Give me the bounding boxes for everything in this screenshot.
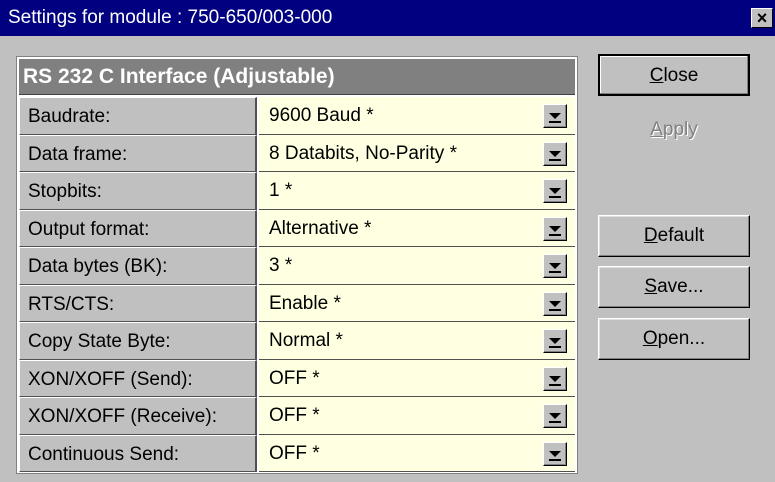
setting-value: 3 *	[269, 255, 293, 276]
chevron-down-icon[interactable]	[543, 404, 567, 428]
settings-rows: Baudrate: 9600 Baud * Data frame: 8 Data…	[19, 97, 575, 472]
save-button[interactable]: Save...	[598, 266, 750, 308]
setting-value-select[interactable]: 9600 Baud *	[259, 97, 575, 135]
setting-row-xon-xoff-receive: XON/XOFF (Receive): OFF *	[19, 397, 575, 435]
chevron-down-icon[interactable]	[543, 366, 567, 391]
open-button[interactable]: Open...	[598, 318, 750, 360]
chevron-down-icon[interactable]	[543, 141, 567, 166]
chevron-down-icon[interactable]	[543, 254, 567, 278]
setting-row-baudrate: Baudrate: 9600 Baud *	[19, 97, 575, 135]
setting-value-select[interactable]: OFF *	[259, 397, 575, 435]
setting-label: Data bytes (BK):	[19, 247, 257, 285]
setting-value: Enable *	[269, 292, 341, 314]
setting-label: Copy State Byte:	[19, 322, 257, 360]
setting-value-select[interactable]: 3 *	[259, 247, 575, 285]
chevron-down-icon[interactable]	[543, 329, 567, 353]
setting-value: 1 *	[269, 180, 293, 201]
close-button[interactable]: Close	[598, 54, 750, 96]
setting-value: 8 Databits, No-Parity *	[269, 142, 457, 164]
default-button[interactable]: Default	[598, 215, 750, 257]
settings-panel: RS 232 C Interface (Adjustable) Baudrate…	[16, 56, 578, 474]
setting-label: Data frame:	[19, 134, 257, 172]
setting-value: OFF *	[269, 442, 320, 464]
setting-label: XON/XOFF (Receive):	[19, 397, 257, 435]
apply-button[interactable]: Apply	[598, 110, 750, 152]
setting-value-select[interactable]: 1 *	[259, 172, 575, 210]
setting-value-select[interactable]: 8 Databits, No-Parity *	[259, 134, 575, 172]
panel-header: RS 232 C Interface (Adjustable)	[19, 59, 575, 95]
setting-row-copy-state-byte: Copy State Byte: Normal *	[19, 322, 575, 360]
window-title: Settings for module : 750-650/003-000	[8, 7, 333, 28]
setting-value-select[interactable]: Alternative *	[259, 209, 575, 247]
setting-value: Alternative *	[269, 217, 372, 239]
settings-window: Settings for module : 750-650/003-000 × …	[0, 0, 775, 482]
chevron-down-icon[interactable]	[543, 291, 567, 316]
setting-label: Continuous Send:	[19, 434, 257, 472]
setting-label: Baudrate:	[19, 97, 257, 135]
setting-value: 9600 Baud *	[269, 105, 374, 126]
setting-value: OFF *	[269, 405, 320, 426]
title-bar: Settings for module : 750-650/003-000 ×	[0, 0, 775, 36]
chevron-down-icon[interactable]	[543, 179, 567, 203]
setting-label: XON/XOFF (Send):	[19, 359, 257, 397]
setting-value-select[interactable]: OFF *	[259, 434, 575, 472]
setting-value-select[interactable]: Normal *	[259, 322, 575, 360]
setting-value: Normal *	[269, 330, 343, 351]
chevron-down-icon[interactable]	[543, 104, 567, 128]
setting-label: Stopbits:	[19, 172, 257, 210]
setting-value: OFF *	[269, 367, 320, 389]
setting-row-data-bytes: Data bytes (BK): 3 *	[19, 247, 575, 285]
setting-row-rts-cts: RTS/CTS: Enable *	[19, 284, 575, 322]
setting-value-select[interactable]: Enable *	[259, 284, 575, 322]
chevron-down-icon[interactable]	[543, 441, 567, 466]
setting-row-data-frame: Data frame: 8 Databits, No-Parity *	[19, 134, 575, 172]
chevron-down-icon[interactable]	[543, 216, 567, 241]
setting-row-stopbits: Stopbits: 1 *	[19, 172, 575, 210]
setting-label: Output format:	[19, 209, 257, 247]
setting-row-xon-xoff-send: XON/XOFF (Send): OFF *	[19, 359, 575, 397]
setting-row-output-format: Output format: Alternative *	[19, 209, 575, 247]
close-icon[interactable]: ×	[751, 8, 773, 28]
setting-label: RTS/CTS:	[19, 284, 257, 322]
setting-value-select[interactable]: OFF *	[259, 359, 575, 397]
setting-row-continuous-send: Continuous Send: OFF *	[19, 434, 575, 472]
